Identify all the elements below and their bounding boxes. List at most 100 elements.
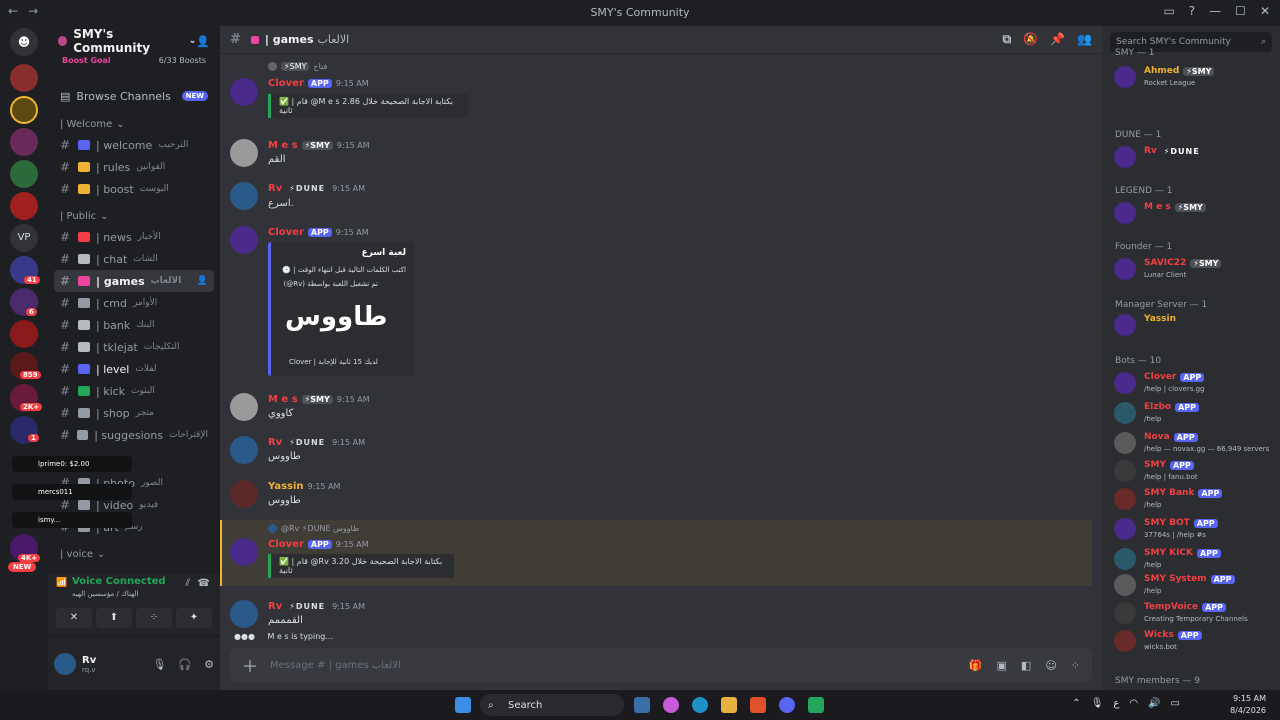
maximize-icon[interactable]: ☐: [1235, 4, 1246, 18]
wifi-icon[interactable]: ◠: [1129, 698, 1138, 709]
gif-icon[interactable]: ▣: [997, 659, 1007, 672]
channel-category[interactable]: | Welcome ⌄: [48, 114, 220, 134]
discord-home-icon[interactable]: ☻: [10, 28, 38, 56]
member-item[interactable]: SMY Bank APP/help: [1114, 486, 1274, 512]
apps-icon[interactable]: ⁘: [1071, 659, 1080, 672]
disconnect-icon[interactable]: ☎: [198, 578, 210, 589]
channel-item[interactable]: # | kick البثوث: [54, 380, 214, 402]
camera-icon[interactable]: ✕: [56, 608, 92, 628]
taskbar-search[interactable]: ⌕ Search: [480, 694, 624, 716]
add-member-icon[interactable]: 👤: [196, 35, 210, 48]
avatar[interactable]: [230, 436, 258, 464]
channel-item[interactable]: # | news الأخبار: [54, 226, 214, 248]
avatar[interactable]: [230, 139, 258, 167]
server-icon[interactable]: [10, 320, 38, 348]
channel-category[interactable]: | voice ⌄: [48, 544, 220, 564]
copilot-icon[interactable]: [663, 697, 679, 713]
edge-icon[interactable]: [692, 697, 708, 713]
minimize-icon[interactable]: —: [1209, 4, 1221, 18]
help-icon[interactable]: ?: [1189, 4, 1195, 18]
add-attachment-icon[interactable]: ＋: [242, 653, 258, 677]
notification-mute-icon[interactable]: 🔕: [1023, 32, 1038, 47]
message-input[interactable]: Message # | games الالعاب: [270, 660, 401, 671]
headphones-icon[interactable]: 🎧: [178, 658, 192, 671]
server-icon[interactable]: [10, 64, 38, 92]
server-icon[interactable]: [10, 96, 38, 124]
avatar[interactable]: [230, 393, 258, 421]
server-icon[interactable]: [10, 192, 38, 220]
channel-category[interactable]: | Public ⌄: [48, 206, 220, 226]
member-item[interactable]: Yassin: [1114, 312, 1274, 338]
noise-suppression-icon[interactable]: ⫽: [186, 578, 190, 589]
avatar[interactable]: [230, 480, 258, 508]
member-item[interactable]: Nova APP/help — novax.gg — 66,949 servers: [1114, 430, 1274, 456]
file-explorer-icon[interactable]: [634, 697, 650, 713]
member-item[interactable]: Wicks APP wicks.bot: [1114, 628, 1274, 654]
emoji-icon[interactable]: ☺: [1045, 659, 1056, 672]
member-item[interactable]: SMY System APP/help: [1114, 572, 1274, 598]
server-header[interactable]: SMY's Community ⌄ 👤: [48, 26, 220, 56]
activities-icon[interactable]: ⁘: [136, 608, 172, 628]
channel-item[interactable]: # | suggesions الإقتراحات: [54, 424, 214, 446]
member-item[interactable]: Ahmed ⚡SMY Rocket League: [1114, 64, 1274, 90]
brave-icon[interactable]: [750, 697, 766, 713]
close-icon[interactable]: ✕: [1260, 4, 1270, 18]
sticker-icon[interactable]: ◧: [1021, 659, 1031, 672]
avatar[interactable]: [230, 538, 258, 566]
avatar[interactable]: [54, 653, 76, 675]
input-language[interactable]: ع: [1113, 698, 1119, 709]
avatar[interactable]: [230, 600, 258, 628]
avatar[interactable]: [230, 78, 258, 106]
member-item[interactable]: Elzbo APP/help: [1114, 400, 1274, 426]
settings-gear-icon[interactable]: ⚙: [204, 658, 214, 671]
author-name[interactable]: M e s: [268, 394, 298, 405]
gift-icon[interactable]: 🎁: [969, 659, 983, 672]
tray-mic-icon[interactable]: 🎙: [1091, 698, 1104, 709]
server-icon[interactable]: [10, 128, 38, 156]
member-item[interactable]: SMY APP/help | fanu.bot: [1114, 458, 1274, 484]
avatar[interactable]: [230, 182, 258, 210]
member-item[interactable]: M e s ⚡SMY: [1114, 200, 1274, 226]
folder-icon[interactable]: [721, 697, 737, 713]
channel-item[interactable]: # | boost البوست: [54, 178, 214, 200]
windows-start-icon[interactable]: [455, 697, 471, 713]
channel-item[interactable]: # | welcome الترحيب: [54, 134, 214, 156]
boost-goal[interactable]: Boost Goal 6/33 Boosts: [48, 56, 220, 70]
volume-icon[interactable]: 🔊: [1148, 698, 1160, 709]
author-name[interactable]: Yassin: [268, 481, 304, 492]
channel-item[interactable]: # | games الالعاب 👤: [54, 270, 214, 292]
channel-item[interactable]: # | shop متجر: [54, 402, 214, 424]
channel-item[interactable]: # | rules القوانين: [54, 156, 214, 178]
author-name[interactable]: Rv: [268, 437, 282, 448]
inbox-icon[interactable]: ▭: [1163, 4, 1174, 18]
member-item[interactable]: SAVIC22 ⚡SMY Lunar Client: [1114, 256, 1274, 282]
server-icon[interactable]: [10, 160, 38, 188]
author-name[interactable]: Rv: [268, 601, 282, 612]
channel-item[interactable]: # | bank البنك: [54, 314, 214, 336]
screen-share-icon[interactable]: ⬆: [96, 608, 132, 628]
soundboard-icon[interactable]: ✦: [176, 608, 212, 628]
channel-item[interactable]: # | tklejat التكليجات: [54, 336, 214, 358]
channel-item[interactable]: # | cmd الأوامر: [54, 292, 214, 314]
avatar[interactable]: [230, 226, 258, 254]
pin-icon[interactable]: 📌: [1050, 32, 1065, 47]
channel-item[interactable]: # | chat الشات: [54, 248, 214, 270]
app-icon[interactable]: [808, 697, 824, 713]
invite-icon[interactable]: 👤: [197, 276, 208, 286]
channel-item[interactable]: # | level لفلات: [54, 358, 214, 380]
author-name[interactable]: Clover: [268, 539, 304, 550]
threads-icon[interactable]: ⧉: [1003, 32, 1012, 47]
author-name[interactable]: Clover: [268, 227, 304, 238]
discord-icon[interactable]: [779, 697, 795, 713]
message-composer[interactable]: ＋ Message # | games الالعاب 🎁 ▣ ◧ ☺ ⁘: [230, 648, 1092, 682]
voice-location[interactable]: الهناك / مؤسسين الهيه: [72, 590, 138, 598]
author-name[interactable]: Rv: [268, 183, 282, 194]
member-item[interactable]: Rv ⚡DUNE: [1114, 144, 1274, 170]
member-item[interactable]: Clover APP/help | clovers.gg: [1114, 370, 1274, 396]
reply-reference[interactable]: ⚡SMY فتاح: [268, 62, 327, 71]
battery-icon[interactable]: ▭: [1171, 698, 1180, 709]
author-name[interactable]: M e s: [268, 140, 298, 151]
taskbar-clock[interactable]: 9:15 AM 8/4/2026: [1230, 693, 1266, 717]
author-name[interactable]: Clover: [268, 78, 304, 89]
mic-icon[interactable]: 🎙: [152, 658, 166, 671]
